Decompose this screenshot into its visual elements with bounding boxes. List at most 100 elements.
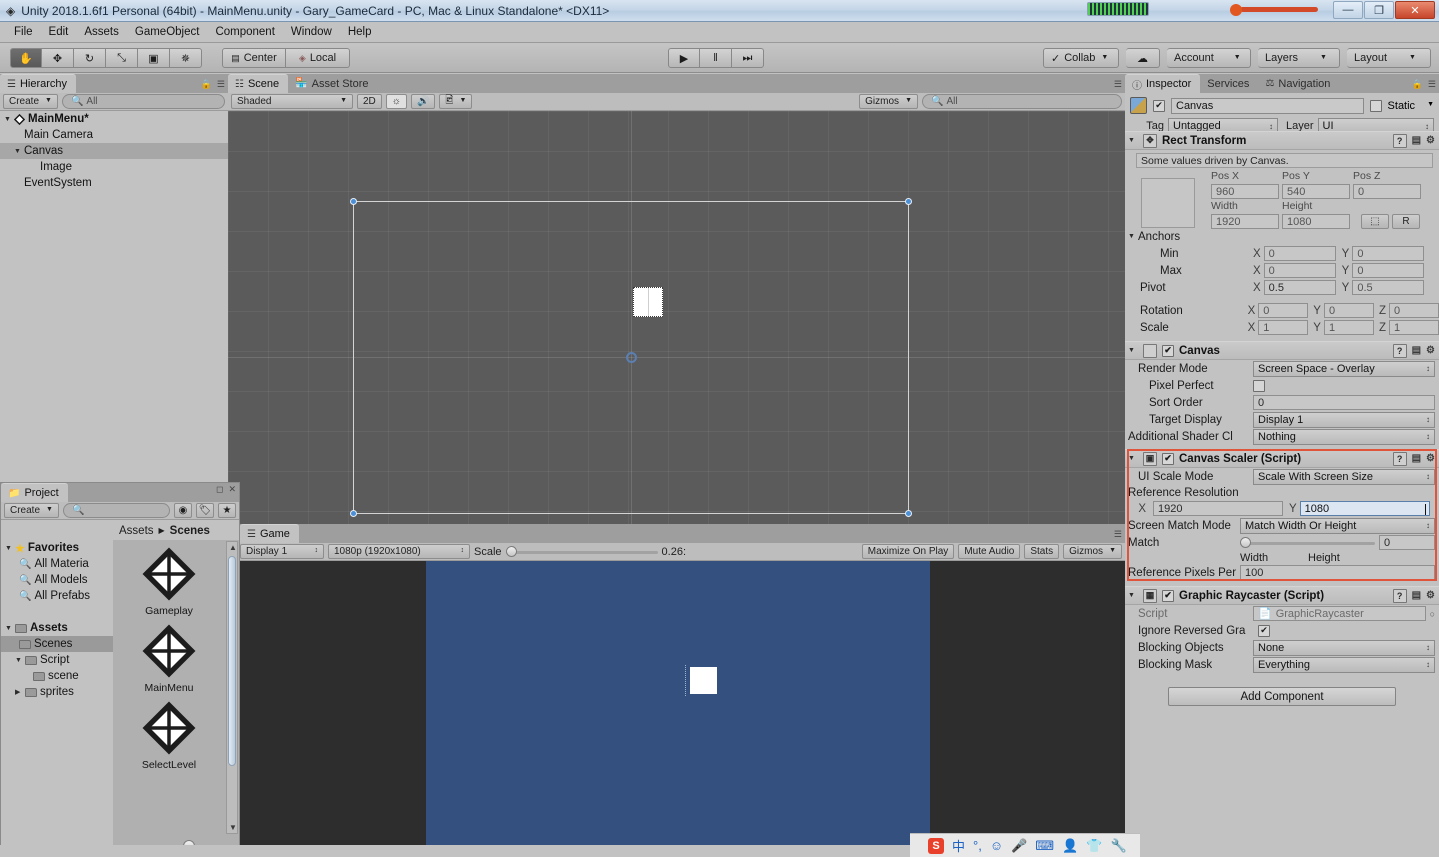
anchor-max-x-field[interactable]: 0 (1263, 263, 1336, 278)
scene-2d-toggle[interactable]: 2D (357, 94, 382, 109)
transform-tool-button[interactable]: ✵ (170, 48, 202, 68)
titlebar-slider-widget[interactable] (1230, 4, 1320, 16)
scale-z-field[interactable]: 1 (1389, 320, 1439, 335)
resize-handle-bl[interactable] (350, 510, 357, 517)
hierarchy-search-input[interactable]: 🔍 All (61, 94, 225, 109)
microphone-icon[interactable]: 🎤 (1011, 838, 1027, 854)
tab-inspector[interactable]: ⓘ Inspector (1125, 74, 1201, 93)
layout-button[interactable]: Layout ▼ (1347, 48, 1431, 68)
anchor-preset-button[interactable] (1141, 178, 1195, 228)
component-header-canvas[interactable]: ▼ Canvas ? ▤ ⚙ (1125, 341, 1439, 360)
layers-button[interactable]: Layers ▼ (1258, 48, 1340, 68)
target-display-dropdown[interactable]: Display 1 (1253, 411, 1435, 428)
scale-y-field[interactable]: 1 (1323, 320, 1374, 335)
scene-gizmos-dropdown[interactable]: Gizmos ▼ (859, 94, 918, 109)
pivot-x-field[interactable]: 0.5 (1263, 280, 1336, 295)
pause-button[interactable]: ‖ (700, 48, 732, 68)
wrench-icon[interactable]: 🔧 (1110, 838, 1126, 854)
project-filter-label-button[interactable]: 🏷 (196, 503, 214, 518)
chevron-down-icon[interactable]: ▼ (1427, 101, 1434, 108)
tab-scene[interactable]: ☷ Scene (228, 74, 289, 93)
lock-icon[interactable]: 🔒 (201, 79, 212, 90)
project-tree-favorites[interactable]: ▼ ★ Favorites (1, 540, 113, 556)
expand-triangle-icon[interactable]: ▼ (1128, 592, 1138, 599)
maximize-on-play-toggle[interactable]: Maximize On Play (861, 544, 955, 559)
pos-x-field[interactable]: 960 (1211, 184, 1279, 199)
blueprint-mode-button[interactable]: ⬚ (1361, 214, 1389, 229)
resize-handle-br[interactable] (905, 510, 912, 517)
scene-viewport[interactable] (228, 111, 1125, 524)
reference-resolution-y-field[interactable]: 1080 (1299, 501, 1430, 516)
cloud-button[interactable]: ☁ (1126, 48, 1160, 68)
project-favorite-button[interactable]: ★ (218, 503, 236, 518)
ui-scale-mode-dropdown[interactable]: Scale With Screen Size (1253, 468, 1435, 485)
expand-triangle-icon[interactable]: ▼ (1128, 137, 1138, 144)
project-tree-all-models[interactable]: 🔍 All Models (1, 572, 113, 588)
canvas-scaler-enabled-checkbox[interactable] (1162, 452, 1174, 465)
window-close-button[interactable]: ✕ (1395, 1, 1435, 19)
hierarchy-item-eventsystem[interactable]: EventSystem (0, 175, 228, 191)
preset-icon[interactable]: ▤ (1412, 135, 1421, 146)
expand-triangle-icon[interactable]: ▼ (5, 545, 15, 552)
sort-order-field[interactable]: 0 (1253, 395, 1435, 410)
scene-effects-dropdown[interactable]: 🖻 ▼ (439, 94, 473, 109)
preset-icon[interactable]: ▤ (1412, 453, 1421, 464)
keyboard-icon[interactable]: ⌨ (1035, 838, 1054, 854)
resize-handle-tr[interactable] (905, 198, 912, 205)
shader-channels-dropdown[interactable]: Nothing (1253, 428, 1435, 445)
component-header-graphic-raycaster[interactable]: ▼ ▦ Graphic Raycaster (Script) ? ▤ ⚙ (1125, 586, 1439, 605)
reference-pixels-field[interactable]: 100 (1240, 565, 1435, 580)
scale-x-field[interactable]: 1 (1258, 320, 1309, 335)
pivot-y-field[interactable]: 0.5 (1352, 280, 1425, 295)
pixel-perfect-checkbox[interactable] (1253, 379, 1265, 392)
hierarchy-item-canvas[interactable]: ▼ Canvas (0, 143, 228, 159)
shirt-icon[interactable]: 👕 (1086, 838, 1102, 854)
mute-audio-toggle[interactable]: Mute Audio (958, 544, 1021, 559)
expand-triangle-icon[interactable]: ▼ (15, 657, 25, 664)
gear-icon[interactable]: ⚙ (1426, 453, 1435, 464)
anchor-min-y-field[interactable]: 0 (1352, 246, 1425, 261)
collab-button[interactable]: ✓ Collab ▼ (1043, 48, 1119, 68)
anchor-min-x-field[interactable]: 0 (1263, 246, 1336, 261)
expand-triangle-icon[interactable]: ▶ (15, 688, 25, 696)
ime-mode-toggle[interactable]: 中 (952, 836, 965, 855)
scene-lighting-toggle[interactable]: ☼ (385, 94, 407, 109)
hierarchy-scene-row[interactable]: ▼ MainMenu* (0, 111, 228, 127)
expand-triangle-icon[interactable]: ▼ (5, 625, 15, 632)
gear-icon[interactable]: ⚙ (1426, 590, 1435, 601)
match-value-field[interactable]: 0 (1379, 535, 1435, 550)
gear-icon[interactable]: ⚙ (1426, 135, 1435, 146)
blocking-mask-dropdown[interactable]: Everything (1253, 656, 1435, 673)
menu-item-edit[interactable]: Edit (41, 24, 77, 40)
tab-hierarchy[interactable]: ☰ Hierarchy (0, 74, 77, 93)
breadcrumb-scenes[interactable]: Scenes (170, 525, 210, 537)
help-icon[interactable]: ? (1392, 451, 1407, 466)
help-icon[interactable]: ? (1392, 343, 1407, 358)
tab-game[interactable]: ☰ Game (240, 524, 299, 543)
panel-menu-icon[interactable]: ☰ (217, 79, 225, 90)
project-tree-all-prefabs[interactable]: 🔍 All Prefabs (1, 588, 113, 604)
asset-item-selectlevel[interactable]: SelectLevel (115, 700, 223, 771)
emoji-icon[interactable]: ☺ (990, 838, 1003, 853)
add-component-button[interactable]: Add Component (1168, 687, 1396, 706)
project-create-button[interactable]: Create ▼ (4, 503, 59, 518)
game-gizmos-dropdown[interactable]: Gizmos ▼ (1063, 544, 1122, 559)
tab-asset-store[interactable]: 🏪 Asset Store (288, 74, 378, 93)
gameobject-name-input[interactable]: Canvas (1171, 97, 1364, 114)
panel-menu-icon[interactable]: ☰ (1428, 79, 1436, 90)
menu-item-file[interactable]: File (6, 24, 41, 40)
project-filter-type-button[interactable]: ◉ (174, 503, 192, 518)
step-button[interactable]: ⏭ (732, 48, 764, 68)
panel-menu-icon[interactable]: ☰ (1114, 79, 1122, 90)
game-render-area[interactable] (426, 561, 930, 848)
project-tree-scenes[interactable]: Scenes (1, 636, 113, 652)
help-icon[interactable]: ? (1392, 588, 1407, 603)
component-header-rect-transform[interactable]: ▼ ✥ Rect Transform ? ▤ ⚙ (1125, 131, 1439, 150)
expand-triangle-icon[interactable]: ▼ (1128, 347, 1138, 354)
canvas-enabled-checkbox[interactable] (1162, 344, 1174, 357)
project-tree-script[interactable]: ▼ Script (1, 652, 113, 668)
hierarchy-create-button[interactable]: Create ▼ (3, 94, 58, 109)
resize-handle-tl[interactable] (350, 198, 357, 205)
anchor-max-y-field[interactable]: 0 (1352, 263, 1425, 278)
match-slider[interactable] (1240, 536, 1375, 550)
